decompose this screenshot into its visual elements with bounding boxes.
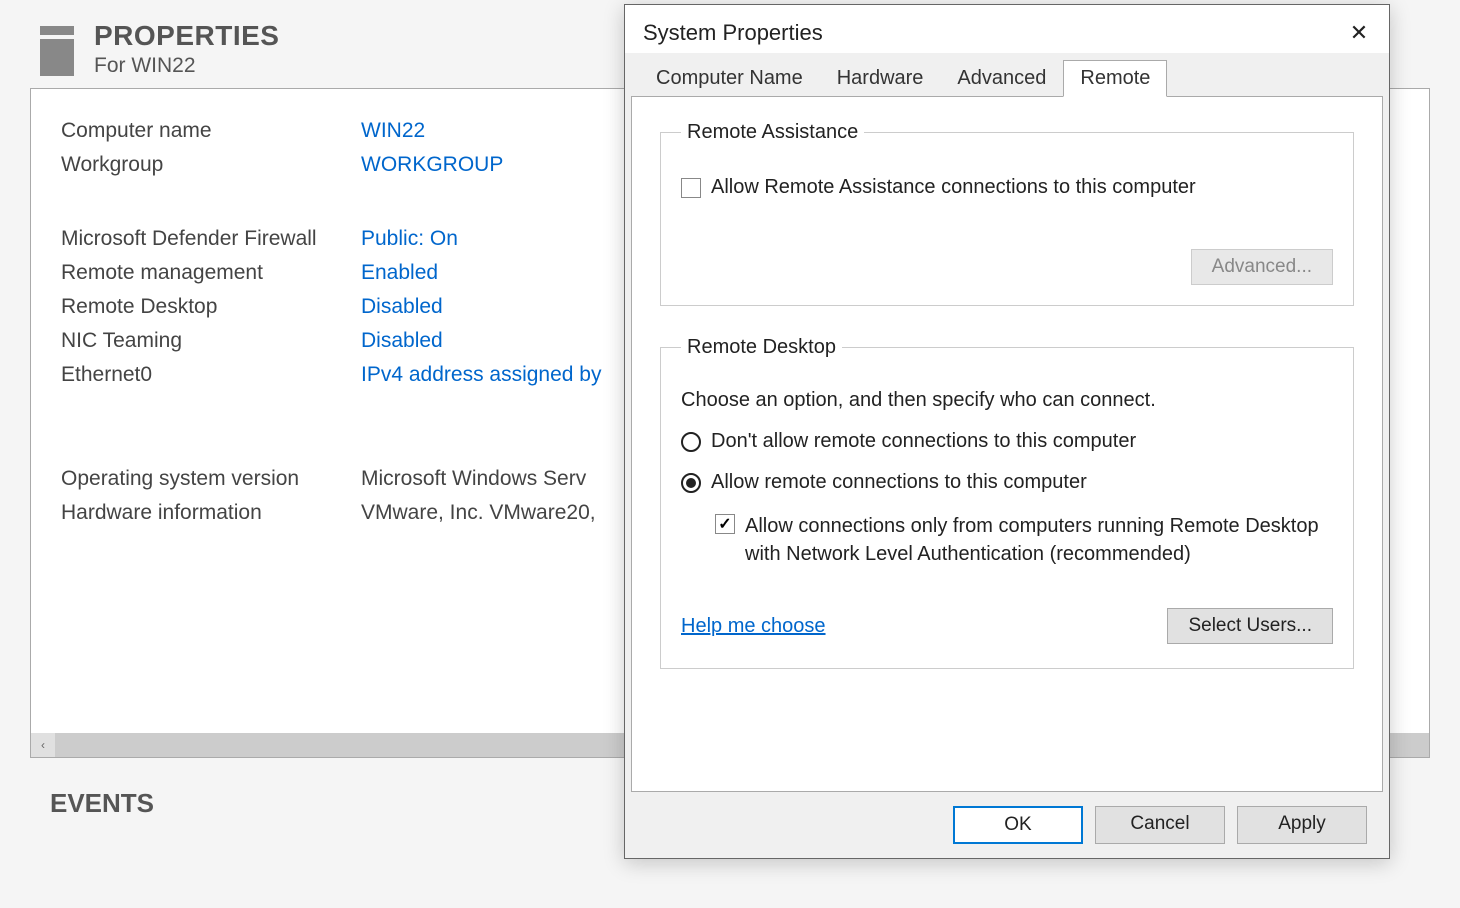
radio-deny-remote[interactable] — [681, 432, 701, 452]
radio-deny-row[interactable]: Don't allow remote connections to this c… — [681, 430, 1333, 453]
prop-label: Computer name — [61, 119, 361, 143]
prop-value: VMware, Inc. VMware20, — [361, 501, 596, 525]
prop-label: Operating system version — [61, 467, 361, 491]
dialog-title: System Properties — [643, 20, 1343, 46]
prop-label: NIC Teaming — [61, 329, 361, 353]
page-title: PROPERTIES — [94, 20, 279, 52]
cancel-button[interactable]: Cancel — [1095, 806, 1225, 844]
select-users-button[interactable]: Select Users... — [1167, 608, 1333, 644]
close-icon: ✕ — [1350, 20, 1368, 46]
remote-assistance-group: Remote Assistance Allow Remote Assistanc… — [660, 121, 1354, 306]
prop-label: Workgroup — [61, 153, 361, 177]
prop-value-link[interactable]: WORKGROUP — [361, 153, 503, 177]
prop-label: Microsoft Defender Firewall — [61, 227, 361, 251]
remote-desktop-group: Remote Desktop Choose an option, and the… — [660, 336, 1354, 669]
server-icon — [40, 26, 74, 76]
dialog-button-bar: OK Cancel Apply — [631, 792, 1383, 858]
radio-allow-label: Allow remote connections to this compute… — [711, 471, 1087, 494]
prop-value-link[interactable]: IPv4 address assigned by — [361, 363, 601, 387]
tab-strip: Computer Name Hardware Advanced Remote — [639, 59, 1383, 96]
radio-deny-label: Don't allow remote connections to this c… — [711, 430, 1136, 453]
remote-assistance-advanced-button: Advanced... — [1191, 249, 1333, 285]
ok-button[interactable]: OK — [953, 806, 1083, 844]
remote-desktop-legend: Remote Desktop — [681, 336, 842, 359]
prop-label: Ethernet0 — [61, 363, 361, 387]
nla-checkbox[interactable] — [715, 514, 735, 534]
page-subtitle: For WIN22 — [94, 54, 279, 78]
allow-remote-assistance-row[interactable]: Allow Remote Assistance connections to t… — [681, 176, 1333, 199]
system-properties-dialog: System Properties ✕ Computer Name Hardwa… — [624, 4, 1390, 859]
remote-desktop-description: Choose an option, and then specify who c… — [681, 389, 1333, 412]
prop-label: Remote Desktop — [61, 295, 361, 319]
remote-assistance-legend: Remote Assistance — [681, 121, 864, 144]
prop-value-link[interactable]: Public: On — [361, 227, 458, 251]
prop-label: Remote management — [61, 261, 361, 285]
tab-panel-remote: Remote Assistance Allow Remote Assistanc… — [631, 96, 1383, 792]
help-me-choose-link[interactable]: Help me choose — [681, 615, 826, 638]
prop-value-link[interactable]: WIN22 — [361, 119, 425, 143]
dialog-titlebar[interactable]: System Properties ✕ — [625, 5, 1389, 53]
prop-value-link[interactable]: Disabled — [361, 295, 443, 319]
apply-button[interactable]: Apply — [1237, 806, 1367, 844]
nla-row[interactable]: Allow connections only from computers ru… — [715, 512, 1333, 568]
allow-remote-assistance-checkbox[interactable] — [681, 178, 701, 198]
tab-advanced[interactable]: Advanced — [940, 60, 1063, 97]
radio-allow-remote[interactable] — [681, 473, 701, 493]
radio-allow-row[interactable]: Allow remote connections to this compute… — [681, 471, 1333, 494]
prop-value: Microsoft Windows Serv — [361, 467, 586, 491]
prop-value-link[interactable]: Disabled — [361, 329, 443, 353]
nla-label: Allow connections only from computers ru… — [745, 512, 1333, 568]
scroll-left-button[interactable]: ‹ — [31, 733, 55, 757]
allow-remote-assistance-label: Allow Remote Assistance connections to t… — [711, 176, 1196, 199]
dialog-body: Computer Name Hardware Advanced Remote R… — [625, 53, 1389, 858]
prop-value-link[interactable]: Enabled — [361, 261, 438, 285]
tab-computer-name[interactable]: Computer Name — [639, 60, 820, 97]
tab-remote[interactable]: Remote — [1063, 60, 1167, 97]
tab-hardware[interactable]: Hardware — [820, 60, 941, 97]
close-button[interactable]: ✕ — [1343, 17, 1375, 49]
prop-label: Hardware information — [61, 501, 361, 525]
